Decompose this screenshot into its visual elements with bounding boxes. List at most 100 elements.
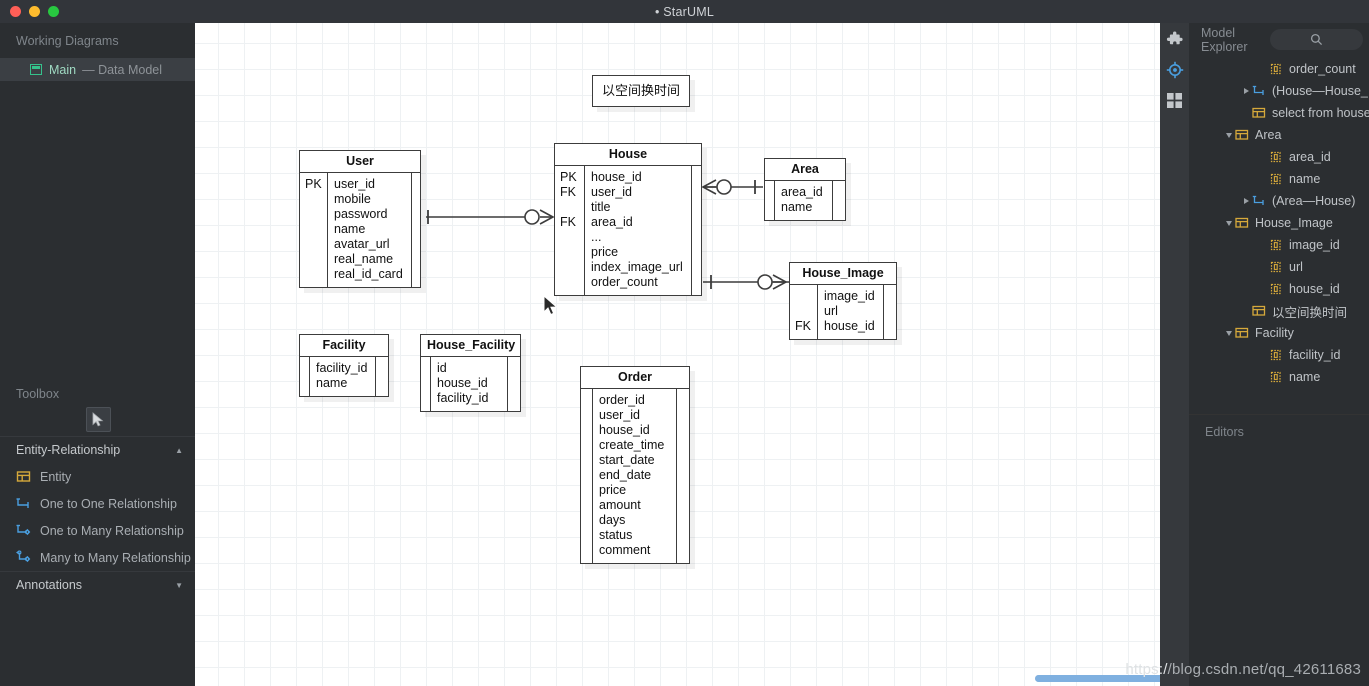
entity-attribute-column: house_id user_id title area_id ... price…	[591, 170, 683, 289]
tree-item[interactable]: url	[1189, 256, 1369, 278]
user-house-relationship[interactable]	[426, 209, 555, 225]
tree-item[interactable]: facility_id	[1189, 344, 1369, 366]
tree-item-label: 以空间换时间	[1272, 305, 1348, 320]
toolbox-section-annotations[interactable]: Annotations ▼	[0, 571, 195, 598]
target-crosshair-icon[interactable]	[1165, 60, 1185, 80]
entity-house[interactable]: House PK FK FK house_id user_id title are…	[554, 143, 702, 296]
many-to-many-icon	[15, 550, 31, 565]
tree-item[interactable]: name	[1189, 366, 1369, 388]
tree-item[interactable]: area_id	[1189, 146, 1369, 168]
entity-tail-column	[832, 181, 845, 220]
entity-key-column	[581, 389, 593, 563]
extension-manager-icon[interactable]	[1165, 30, 1185, 50]
entity-icon	[1252, 106, 1266, 120]
column-icon	[1269, 238, 1283, 252]
entity-facility[interactable]: Facility facility_id name	[299, 334, 389, 397]
toolbox-section-label: Annotations	[16, 578, 83, 592]
model-explorer-tree[interactable]: order_count (House—House_Image)select fro…	[1189, 56, 1369, 408]
model-explorer-search[interactable]	[1270, 29, 1363, 50]
tree-item-label: (Area—House)	[1272, 194, 1356, 208]
entity-user[interactable]: User PK user_id mobile password name avat…	[299, 150, 421, 288]
chevron-up-icon: ▲	[175, 445, 183, 455]
entity-tail-column	[690, 166, 701, 295]
minimize-window-button[interactable]	[29, 6, 40, 17]
tree-item[interactable]: House_Image	[1189, 212, 1369, 234]
toolbox-item-label: One to One Relationship	[40, 496, 177, 511]
cursor-arrow-icon	[92, 412, 104, 427]
tree-item[interactable]: select from house	[1189, 102, 1369, 124]
entity-body: id house_id facility_id	[421, 357, 520, 411]
tree-item[interactable]: 以空间换时间	[1189, 300, 1369, 322]
tree-item[interactable]: house_id	[1189, 278, 1369, 300]
entity-tail-column	[883, 285, 896, 339]
tree-item[interactable]: Area	[1189, 124, 1369, 146]
tree-item[interactable]: name	[1189, 168, 1369, 190]
model-explorer-header: Model Explorer	[1189, 23, 1369, 56]
column-icon	[1269, 62, 1283, 76]
house-area-relationship[interactable]	[701, 179, 763, 195]
tree-item[interactable]: Facility	[1189, 322, 1369, 344]
entity-title: Facility	[300, 335, 388, 357]
chevron-down-icon[interactable]	[1223, 220, 1235, 226]
toolbox-item-many-to-many-relationship[interactable]: Many to Many Relationship	[0, 544, 195, 571]
tree-item[interactable]: (House—House_Image)	[1189, 80, 1369, 102]
pointer-tool-button[interactable]	[86, 407, 111, 432]
house-houseimage-relationship[interactable]	[703, 274, 790, 290]
entity-attribute-column: facility_id name	[316, 361, 368, 390]
toolbox-item-one-to-one-relationship[interactable]: One to One Relationship	[0, 490, 195, 517]
staruml-window: • StarUML Working Diagrams Main — Data M…	[0, 0, 1369, 686]
working-diagrams-list: Main — Data Model	[0, 58, 195, 81]
chevron-right-icon[interactable]	[1240, 88, 1252, 94]
diagram-note[interactable]: 以空间换时间	[592, 75, 691, 107]
entity-title: User	[300, 151, 420, 173]
column-icon	[1269, 172, 1283, 186]
entity-attribute-column: image_id url house_id	[824, 289, 875, 333]
diagram-canvas-area[interactable]: 以空间换时间 User PK user_id mobile password na…	[195, 23, 1160, 686]
close-window-button[interactable]	[10, 6, 21, 17]
toolbox-section-label: Entity-Relationship	[16, 443, 121, 457]
entity-house_image[interactable]: House_Image FK image_id url house_id	[789, 262, 897, 340]
watermark: https://blog.csdn.net/qq_42611683	[1125, 661, 1361, 678]
tree-item-label: image_id	[1289, 238, 1340, 252]
column-icon	[1269, 282, 1283, 296]
left-sidebar: Working Diagrams Main — Data Model Toolb…	[0, 23, 195, 686]
entity-tail-column	[410, 173, 420, 287]
tree-item-label: House_Image	[1255, 216, 1333, 230]
toolbox-item-label: One to Many Relationship	[40, 523, 184, 538]
toolbox-item-label: Entity	[40, 469, 72, 484]
toolbox-header: Toolbox	[16, 387, 60, 401]
entity-attribute-column: id house_id facility_id	[437, 361, 489, 405]
entity-key-column	[765, 181, 775, 220]
mouse-cursor	[543, 295, 558, 316]
chevron-down-icon[interactable]	[1223, 330, 1235, 336]
toolbox-section-entity-relationship[interactable]: Entity-Relationship ▲	[0, 436, 195, 463]
entity-house_facility[interactable]: House_Facility id house_id facility_id	[420, 334, 521, 412]
entity-order[interactable]: Order order_id user_id house_id create_t…	[580, 366, 690, 564]
column-icon	[1269, 150, 1283, 164]
tree-item[interactable]: order_count	[1189, 58, 1369, 80]
grid-panels-icon[interactable]	[1165, 90, 1185, 110]
entity-key-column: PK	[300, 173, 328, 287]
chevron-down-icon: ▼	[175, 580, 183, 590]
watermark-prefix: https:/	[1125, 661, 1168, 678]
diagram-canvas[interactable]: 以空间换时间 User PK user_id mobile password na…	[195, 23, 1160, 686]
entity-body: PK FK FK house_id user_id title area_id …	[555, 166, 701, 295]
tree-item-label: Area	[1255, 128, 1282, 142]
tree-item-label: Facility	[1255, 326, 1294, 340]
chevron-down-icon[interactable]	[1223, 132, 1235, 138]
tree-item[interactable]: (Area—House)	[1189, 190, 1369, 212]
working-diagram-type: Data Model	[98, 62, 163, 77]
tree-item-label: name	[1289, 370, 1321, 384]
unsaved-dot-icon: •	[655, 4, 660, 19]
tree-item[interactable]: image_id	[1189, 234, 1369, 256]
chevron-right-icon[interactable]	[1240, 198, 1252, 204]
tree-item-label: name	[1289, 172, 1321, 186]
working-diagram-item-main[interactable]: Main — Data Model	[0, 58, 195, 81]
entity-area[interactable]: Area area_id name	[764, 158, 846, 221]
toolbox-item-entity[interactable]: Entity	[0, 463, 195, 490]
sidebar-empty-space	[0, 81, 195, 381]
tree-item-label: url	[1289, 260, 1303, 274]
diagram-icon	[30, 64, 42, 75]
maximize-window-button[interactable]	[48, 6, 59, 17]
toolbox-item-one-to-many-relationship[interactable]: One to Many Relationship	[0, 517, 195, 544]
